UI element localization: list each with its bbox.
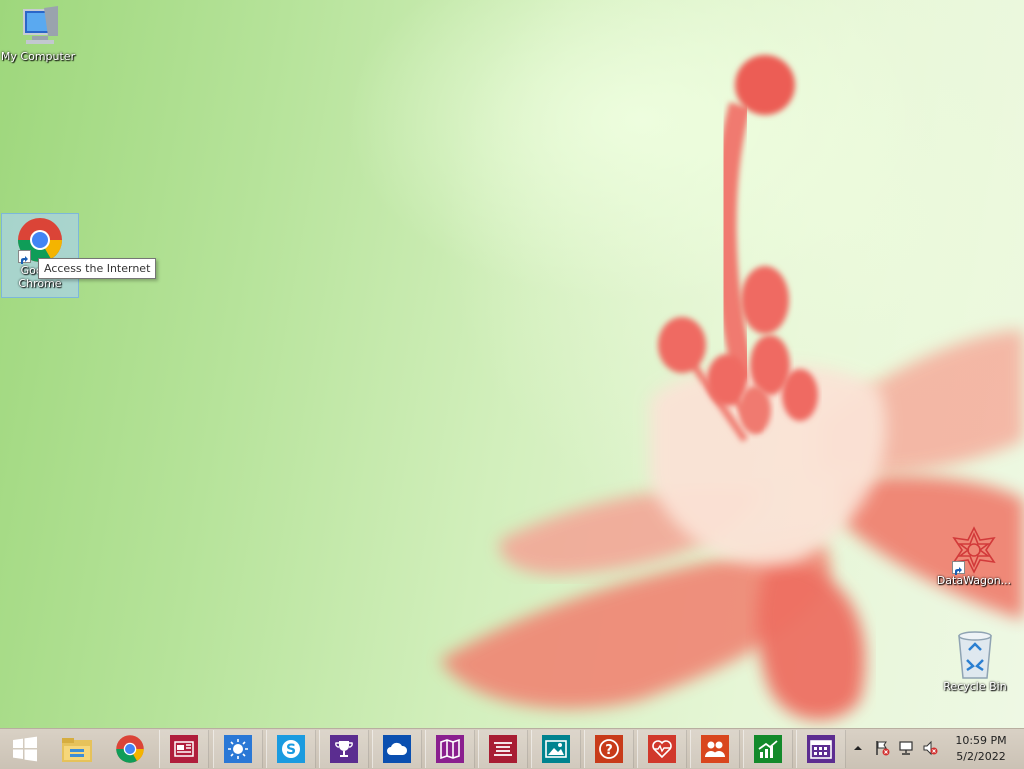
- shortcut-arrow-icon: [18, 250, 31, 264]
- action-center-button[interactable]: [874, 740, 890, 756]
- desktop-icon-my-computer[interactable]: My Computer: [0, 6, 76, 63]
- taskbar-file-explorer[interactable]: [52, 730, 102, 768]
- volume-muted-icon: [923, 740, 938, 756]
- chart-icon: [754, 735, 782, 763]
- list-icon: [489, 735, 517, 763]
- taskbar-weather[interactable]: [213, 730, 263, 768]
- taskbar-people[interactable]: [690, 730, 740, 768]
- sun-icon: [224, 735, 252, 763]
- desktop-icon-label: Recycle Bin: [943, 680, 1007, 693]
- taskbar-money[interactable]: [743, 730, 793, 768]
- desktop-icon-label: DataWagon...: [936, 574, 1012, 587]
- network-button[interactable]: [898, 740, 914, 756]
- flag-icon: [876, 741, 890, 756]
- chevron-up-icon: [854, 746, 862, 750]
- question-icon: ?: [595, 735, 623, 763]
- svg-text:S: S: [286, 742, 296, 758]
- tooltip: Access the Internet: [38, 258, 157, 279]
- desktop-icon-google-chrome[interactable]: Google Chrome: [1, 213, 79, 298]
- taskbar: S ? 10:59 PM 5/2/2022: [0, 728, 1024, 769]
- chrome-icon: [116, 735, 144, 763]
- taskbar-skype[interactable]: S: [266, 730, 316, 768]
- desktop-icon-recycle-bin[interactable]: Recycle Bin: [937, 630, 1013, 693]
- clock[interactable]: 10:59 PM 5/2/2022: [946, 733, 1016, 765]
- taskbar-calendar[interactable]: [796, 730, 846, 768]
- calendar-icon: [807, 735, 835, 763]
- volume-button[interactable]: [922, 740, 938, 756]
- news-icon: [170, 735, 198, 763]
- taskbar-google-chrome[interactable]: [105, 730, 155, 768]
- people-icon: [701, 735, 729, 763]
- windows-logo-icon: [13, 736, 37, 762]
- shortcut-arrow-icon: [952, 561, 965, 575]
- desktop-icon-datawagon[interactable]: DataWagon...: [936, 526, 1012, 587]
- taskbar-news[interactable]: [159, 730, 209, 768]
- taskbar-photos[interactable]: [531, 730, 581, 768]
- folder-icon: [62, 738, 92, 762]
- clock-time: 10:59 PM: [955, 734, 1007, 747]
- network-icon: [899, 741, 913, 755]
- taskbar-help-tips[interactable]: ?: [584, 730, 634, 768]
- taskbar-health-fitness[interactable]: [637, 730, 687, 768]
- svg-text:?: ?: [605, 743, 613, 758]
- cloud-icon: [383, 735, 411, 763]
- recycle-bin-icon: [958, 631, 992, 679]
- heart-icon: [648, 735, 676, 763]
- show-hidden-icons-button[interactable]: [850, 740, 866, 756]
- trophy-icon: [330, 735, 358, 763]
- map-icon: [436, 735, 464, 763]
- desktop-icon-label: My Computer: [0, 50, 76, 63]
- desktop[interactable]: My Computer Google Chrome Access the Int…: [0, 0, 1024, 728]
- skype-icon: S: [277, 735, 305, 763]
- taskbar-reading-list[interactable]: [478, 730, 528, 768]
- computer-icon: [23, 6, 58, 44]
- photo-icon: [542, 735, 570, 763]
- taskbar-sports[interactable]: [319, 730, 369, 768]
- taskbar-maps[interactable]: [425, 730, 475, 768]
- taskbar-onedrive[interactable]: [372, 730, 422, 768]
- clock-date: 5/2/2022: [956, 750, 1006, 763]
- start-button[interactable]: [0, 730, 50, 768]
- wallpaper-flower: [440, 55, 1024, 720]
